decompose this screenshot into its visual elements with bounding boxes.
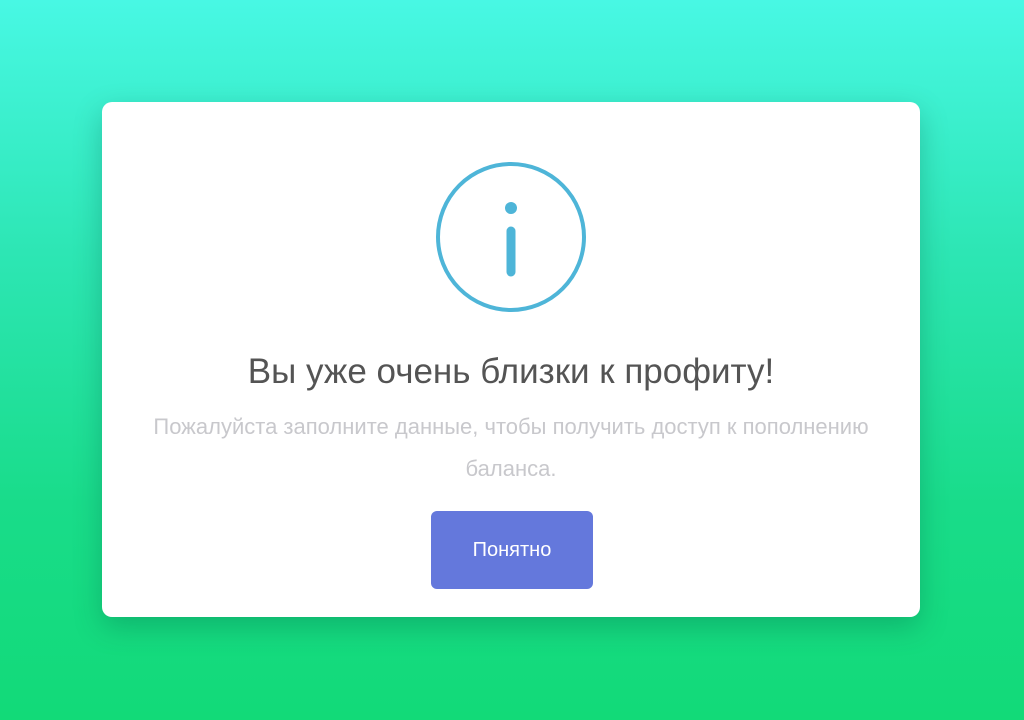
dialog-message: Пожалуйста заполните данные, чтобы получ… [153, 414, 869, 481]
alert-dialog: Вы уже очень близки к профиту! Пожалуйст… [102, 102, 920, 617]
info-icon [435, 161, 587, 313]
confirm-button[interactable]: Понятно [431, 511, 593, 589]
dialog-title: Вы уже очень близки к профиту! [247, 352, 775, 391]
